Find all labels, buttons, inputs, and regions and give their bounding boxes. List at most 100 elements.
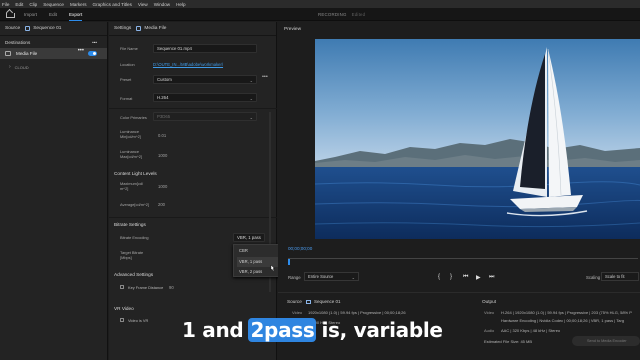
chevron-down-icon: ⌄ [351, 275, 355, 280]
recording-label: RECORDING [318, 12, 347, 17]
average-label: Average[cd/m^2] [120, 202, 150, 207]
file-name-input[interactable]: Sequence 01.mp4 [153, 44, 257, 53]
bitrate-encoding-label: Bitrate Encoding [120, 235, 149, 240]
summary-output-video: H.264 | 1920x1080 (1.0) | 59.94 fps | Pr… [501, 310, 632, 315]
menu-help[interactable]: Help [176, 2, 185, 7]
video-vr-checkbox[interactable] [120, 318, 124, 322]
menu-graphics[interactable]: Graphics and Titles [93, 2, 132, 7]
cloud-section[interactable]: › CLOUD [0, 62, 107, 72]
settings-title: Settings [114, 26, 132, 31]
tab-export[interactable]: Export [68, 8, 83, 21]
edited-label: Edited [351, 12, 366, 17]
chevron-down-icon: ⌄ [249, 78, 253, 83]
media-file-toggle[interactable] [88, 51, 97, 56]
target-bitrate-label: Target Bitrate [Mbps] [120, 250, 144, 260]
playhead[interactable] [288, 259, 290, 265]
video-vr-label: Video is VR [128, 318, 149, 323]
sailboat-frame [315, 39, 640, 239]
subtitle-caption: 1 and 2pass is, variable [182, 318, 443, 342]
menu-file[interactable]: File [2, 2, 9, 7]
caption-part-2: is, variable [321, 318, 443, 342]
summary-source-title: Source [287, 299, 302, 304]
home-icon[interactable] [6, 11, 15, 18]
bitrate-encoding-value: VBR, 1 pass [237, 235, 261, 240]
summary-output-audio-key: Audio [484, 328, 495, 333]
summary-source-video: 1920x1080 (1.0) | 59.94 fps | Progressiv… [308, 310, 406, 315]
preset-select[interactable]: Custom ⌄ [153, 75, 257, 84]
format-select[interactable]: H.264 ⌄ [153, 93, 257, 102]
scaling-label: Scaling [586, 275, 601, 280]
advanced-settings-heading: Advanced Settings [114, 272, 154, 277]
range-label: Range [288, 275, 301, 280]
app-window: File Edit Clip Sequence Markers Graphics… [0, 0, 640, 360]
tab-import[interactable]: Import [24, 8, 37, 21]
color-primaries-select[interactable]: P3D65 ⌄ [153, 112, 257, 121]
range-select[interactable]: Entire Source ⌄ [304, 272, 359, 281]
timeline-scrubber[interactable] [288, 258, 638, 265]
media-file-icon [5, 51, 11, 56]
chevron-right-icon[interactable]: › [9, 64, 11, 70]
mark-in-icon[interactable]: { [438, 274, 440, 280]
source-panel: Source Sequence 01 Destinations ••• Medi… [0, 22, 108, 360]
send-to-media-encoder-button[interactable]: Send to Media Encoder [572, 336, 640, 346]
sequence-icon [25, 26, 31, 31]
mark-out-icon[interactable]: } [450, 274, 452, 280]
media-file-menu-icon[interactable]: ••• [78, 48, 84, 54]
settings-panel: Settings Media File File Name Sequence 0… [109, 22, 277, 360]
tab-edit[interactable]: Edit [49, 8, 57, 21]
caption-highlight: 2pass [248, 318, 317, 342]
location-label: Location [120, 62, 135, 67]
format-label: Format [120, 96, 133, 101]
bitrate-encoding-select[interactable]: VBR, 1 pass [233, 233, 265, 242]
menu-clip[interactable]: Clip [29, 2, 37, 7]
color-primaries-value: P3D65 [157, 114, 171, 119]
summary-source-sequence: Sequence 01 [314, 299, 341, 304]
vr-video-heading: VR Video [114, 306, 134, 311]
location-link[interactable]: D:\OUTE_IN...\MB\adobe\workmaker\ [153, 62, 223, 67]
scaling-select[interactable]: Scale to fit [601, 272, 639, 281]
preset-label: Preset [120, 77, 132, 82]
key-frame-value[interactable]: 90 [169, 285, 174, 290]
key-frame-label: Key Frame Distance [128, 285, 164, 290]
scaling-value: Scale to fit [605, 274, 625, 279]
destination-media-file[interactable]: Media File ••• [0, 48, 107, 59]
menu-window[interactable]: Window [154, 2, 170, 7]
preview-panel: Preview 00;00;00;00 Range Entire Source … [278, 22, 640, 360]
preset-value: Custom [157, 77, 172, 82]
range-value: Entire Source [308, 274, 334, 279]
luminance-min-value[interactable]: 0.01 [158, 133, 166, 138]
luminance-max-value[interactable]: 1000 [158, 153, 167, 158]
maximum-label: Maximum[cd/ m^2] [120, 181, 144, 191]
key-frame-checkbox[interactable] [120, 285, 124, 289]
menu-markers[interactable]: Markers [70, 2, 87, 7]
file-name-label: File Name [120, 46, 138, 51]
caption-part-1: 1 and [182, 318, 244, 342]
mouse-cursor-icon [270, 264, 275, 272]
divider [109, 108, 277, 109]
settings-header: Settings Media File [109, 22, 276, 36]
average-value[interactable]: 200 [158, 202, 165, 207]
destinations-header: Destinations ••• [0, 36, 107, 48]
summary-output-video-2: Hardware Encoding | Nvidia Codec | 00;00… [501, 318, 625, 323]
play-icon[interactable]: ▶ [476, 274, 481, 281]
menu-sequence[interactable]: Sequence [43, 2, 64, 7]
summary-output-audio: AAC | 320 Kbps | 48 kHz | Stereo [501, 328, 561, 333]
summary-video-key: Video [292, 310, 303, 315]
chevron-down-icon: ⌄ [249, 96, 253, 101]
preset-menu-icon[interactable]: ••• [262, 74, 268, 80]
menu-bar: File Edit Clip Sequence Markers Graphics… [0, 0, 640, 8]
content-light-heading: Content Light Levels [114, 171, 157, 176]
source-header: Source Sequence 01 [0, 22, 107, 36]
source-sequence: Sequence 01 [33, 26, 62, 31]
step-back-icon[interactable]: ⏮ [463, 274, 468, 281]
step-forward-icon[interactable]: ⏭ [489, 274, 494, 281]
maximum-value[interactable]: 1000 [158, 184, 167, 189]
menu-view[interactable]: View [138, 2, 148, 7]
bitrate-settings-heading: Bitrate Settings [114, 222, 146, 227]
destinations-label: Destinations [5, 39, 31, 45]
cloud-label: CLOUD [14, 64, 29, 70]
divider [109, 217, 277, 218]
menu-edit[interactable]: Edit [15, 2, 23, 7]
destinations-menu-icon[interactable]: ••• [92, 40, 97, 45]
estimated-file-size: Estimated File Size: 45 MB [484, 339, 533, 344]
